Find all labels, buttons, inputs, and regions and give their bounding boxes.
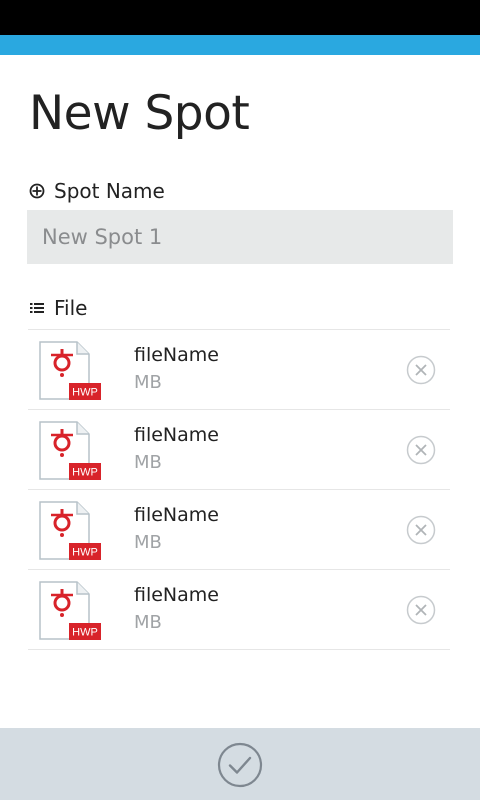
- file-name: fileName: [134, 504, 219, 526]
- file-list-item[interactable]: HWP fileName MB: [28, 410, 450, 490]
- hwp-file-icon: HWP: [39, 581, 103, 641]
- hwp-badge: HWP: [72, 547, 98, 559]
- confirm-button[interactable]: [217, 742, 263, 788]
- hwp-file-icon: HWP: [39, 501, 103, 561]
- spot-name-label: Spot Name: [54, 179, 165, 203]
- status-bar: [0, 0, 480, 35]
- crosshair-icon: [29, 183, 45, 199]
- check-circle-icon: [217, 742, 263, 788]
- hwp-file-icon: HWP: [39, 341, 103, 401]
- file-name: fileName: [134, 344, 219, 366]
- remove-file-button[interactable]: [406, 355, 436, 385]
- file-header: File: [29, 295, 87, 321]
- file-list-item[interactable]: HWP fileName MB: [28, 570, 450, 650]
- file-label: File: [54, 296, 88, 320]
- file-name: fileName: [134, 424, 219, 446]
- close-circle-icon: [406, 595, 436, 625]
- file-size: MB: [134, 612, 162, 633]
- spot-name-input[interactable]: [27, 210, 453, 264]
- file-list-item[interactable]: HWP fileName MB: [28, 490, 450, 570]
- remove-file-button[interactable]: [406, 515, 436, 545]
- file-size: MB: [134, 452, 162, 473]
- hwp-file-icon: HWP: [39, 421, 103, 481]
- close-circle-icon: [406, 355, 436, 385]
- new-spot-screen: New Spot Spot Name File: [0, 0, 480, 800]
- list-icon: [29, 300, 45, 316]
- close-circle-icon: [406, 515, 436, 545]
- page-title: New Spot: [29, 86, 250, 141]
- file-list-item[interactable]: HWP fileName MB: [28, 330, 450, 410]
- hwp-badge: HWP: [72, 467, 98, 479]
- file-list: HWP fileName MB HWP fileName MB HWP file…: [28, 329, 450, 650]
- close-circle-icon: [406, 435, 436, 465]
- bottom-app-bar: [0, 728, 480, 800]
- file-size: MB: [134, 532, 162, 553]
- remove-file-button[interactable]: [406, 435, 436, 465]
- hwp-badge: HWP: [72, 627, 98, 639]
- hwp-badge: HWP: [72, 387, 98, 399]
- accent-bar: [0, 35, 480, 55]
- remove-file-button[interactable]: [406, 595, 436, 625]
- file-name: fileName: [134, 584, 219, 606]
- spot-name-header: Spot Name: [29, 178, 165, 204]
- file-size: MB: [134, 372, 162, 393]
